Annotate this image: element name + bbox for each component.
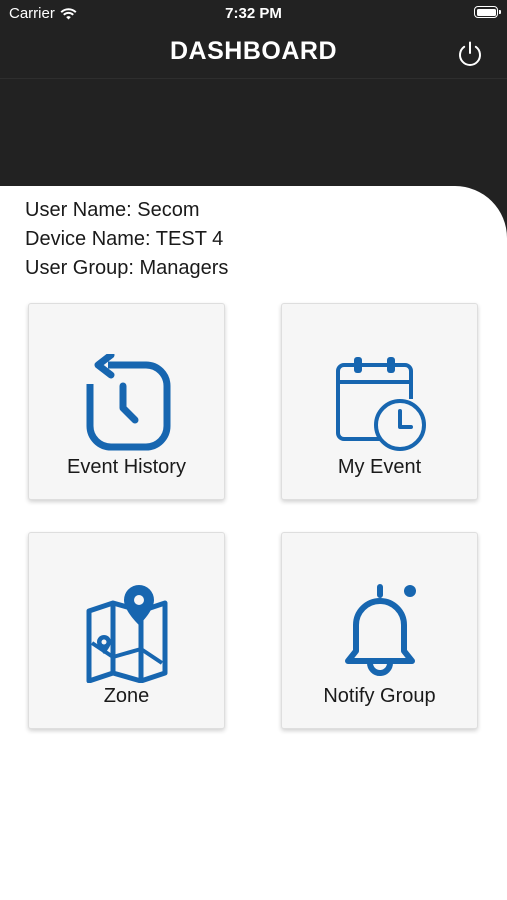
event-history-tile[interactable]: Event History [28, 303, 225, 500]
page-title: DASHBOARD [170, 37, 337, 65]
tile-label-notify-group: Notify Group [323, 685, 436, 707]
map-pin-icon [86, 585, 167, 683]
bell-icon [344, 584, 416, 676]
tile-label-my-event: My Event [337, 456, 422, 478]
tile-label-event-history: Event History [67, 456, 186, 478]
calendar-clock-icon [335, 357, 426, 451]
status-bar: Carrier 7:32 PM [0, 0, 507, 28]
battery-icon [474, 6, 501, 18]
user-name-text: User Name: Secom [25, 199, 200, 221]
user-group-text: User Group: Managers [25, 257, 229, 279]
zone-tile[interactable]: Zone [28, 532, 225, 729]
status-time: 7:32 PM [225, 5, 282, 22]
user-info: User Name: Secom Device Name: TEST 4 Use… [25, 196, 228, 283]
battery-level [476, 8, 496, 16]
navigation-bar: DASHBOARD [0, 28, 507, 79]
my-event-tile[interactable]: My Event [281, 303, 478, 500]
tile-label-zone: Zone [103, 685, 150, 707]
history-icon [86, 354, 170, 451]
power-icon[interactable] [455, 39, 485, 69]
notify-group-tile[interactable]: Notify Group [281, 532, 478, 729]
device-name-text: Device Name: TEST 4 [25, 228, 224, 250]
